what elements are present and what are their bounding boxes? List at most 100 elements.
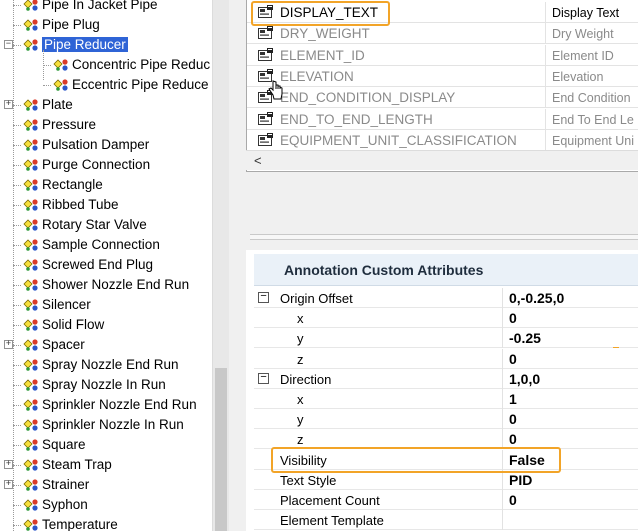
property-value[interactable]: 1 [509,391,517,407]
property-row[interactable]: x0 [254,308,638,329]
tree-item[interactable]: Pipe Plug [0,15,212,35]
expand-icon[interactable]: + [4,100,13,109]
tree-item[interactable]: + Spacer [0,335,212,355]
tree-connector-branch [13,345,21,346]
collapse-icon[interactable]: − [4,40,13,49]
attribute-row[interactable]: END_CONDITION_DISPLAY End Condition [247,87,638,109]
tree-item[interactable]: Ribbed Tube [0,195,212,215]
component-node-icon [22,378,40,392]
property-value[interactable]: 0,-0.25,0 [509,290,564,306]
property-value[interactable]: 0 [509,431,517,447]
tree-item-label: Ribbed Tube [42,197,119,212]
attribute-display-name: Elevation [552,69,604,84]
tree-item[interactable]: Pipe In Jacket Pipe [0,0,212,15]
column-separator [545,129,546,151]
tree-item[interactable]: + Strainer [0,475,212,495]
edit-marker [613,347,619,348]
tree-item[interactable]: Concentric Pipe Reduc [0,55,212,75]
property-value[interactable]: 0 [509,351,517,367]
tree-item[interactable]: + Plate [0,95,212,115]
attribute-row[interactable]: DRY_WEIGHT Dry Weight [247,23,638,45]
property-name: z [297,351,304,367]
tree-item[interactable]: Silencer [0,295,212,315]
tree-item[interactable]: Pressure [0,115,212,135]
tree-item-label: Screwed End Plug [42,257,154,272]
attributes-title: Annotation Custom Attributes [284,262,484,278]
tree-item[interactable]: Solid Flow [0,315,212,335]
component-node-icon [22,198,40,212]
property-row[interactable]: y -0.25 [254,328,638,349]
tree-connector-branch [13,405,21,406]
property-row[interactable]: y0 [254,409,638,430]
expand-icon[interactable]: + [4,480,13,489]
column-separator [545,65,546,87]
collapse-group-icon[interactable]: − [258,292,269,303]
collapse-group-icon[interactable]: − [258,372,269,384]
tree-item-label: Steam Trap [42,457,112,472]
attribute-row[interactable]: EQUIPMENT_UNIT_CLASSIFICATION Equipment U… [247,129,638,151]
column-separator [502,308,503,329]
attribute-row[interactable]: END_TO_END_LENGTH End To End Le [247,108,638,130]
attribute-display-name: Display Text [552,6,620,20]
component-node-icon [22,418,40,432]
attribute-row[interactable]: ELEVATION Elevation [247,65,638,87]
tree-item[interactable]: Screwed End Plug [0,255,212,275]
splitter-handle[interactable] [250,234,638,240]
component-node-icon [22,318,40,332]
property-value[interactable]: 1,0,0 [509,371,540,387]
property-value[interactable]: 0 [509,492,517,508]
property-value[interactable]: 0 [509,411,517,427]
tree-item[interactable]: Rotary Star Valve [0,215,212,235]
property-row[interactable]: − Origin Offset 0,-0.25,0 [254,288,638,308]
grid-horizontal-scrollbar[interactable]: < [246,150,638,170]
tree-item-label: Sprinkler Nozzle End Run [42,397,197,412]
panel-splitter[interactable] [246,172,638,250]
column-separator [502,389,503,409]
tree-item[interactable]: Temperature [0,515,212,531]
column-separator [502,409,503,430]
property-row[interactable]: Placement Count 0 [254,490,638,510]
tree-item-label: Strainer [42,477,90,492]
tree-item[interactable]: Purge Connection [0,155,212,175]
tree-item[interactable]: Sample Connection [0,235,212,255]
visibility-highlight [271,447,561,473]
tree-connector-branch [13,305,21,306]
column-separator [545,2,546,23]
attribute-display-name: End To End Le [552,112,634,127]
tree-connector-branch [13,485,21,486]
tree-item[interactable]: Eccentric Pipe Reduce [0,75,212,95]
property-row[interactable]: − Direction 1,0,0 [254,368,638,389]
component-node-icon [22,438,40,452]
tree-item[interactable]: Square [0,435,212,455]
property-value[interactable]: -0.25 [509,330,541,346]
tree-item[interactable]: Sprinkler Nozzle End Run [0,395,212,415]
tree-item[interactable]: Rectangle [0,175,212,195]
tree-connector-branch [13,265,21,266]
tree-item[interactable]: Sprinkler Nozzle In Run [0,415,212,435]
column-separator [545,87,546,109]
tree-item[interactable]: Syphon [0,495,212,515]
tree-scrollbar-thumb[interactable] [215,368,227,531]
component-node-icon [22,458,40,472]
tree-item[interactable]: Shower Nozzle End Run [0,275,212,295]
component-node-icon [22,218,40,232]
tree-item[interactable]: Spray Nozzle End Run [0,355,212,375]
tree-item[interactable]: + Steam Trap [0,455,212,475]
tree-item-label: Shower Nozzle End Run [42,277,190,292]
attribute-field-icon [258,47,275,62]
expand-icon[interactable]: + [4,340,13,349]
tree-item[interactable]: Pulsation Damper [0,135,212,155]
tree-item-label: Rectangle [42,177,103,192]
tree-vertical-scrollbar[interactable] [212,0,229,531]
tree-item[interactable]: Spray Nozzle In Run [0,375,212,395]
property-row[interactable]: z0 [254,348,638,369]
tree-item[interactable]: − Pipe Reducer [0,35,212,55]
expand-icon[interactable]: + [4,460,13,469]
property-row[interactable]: x1 [254,389,638,409]
attribute-row[interactable]: ELEMENT_ID Element ID [247,44,638,66]
scroll-left-arrow-icon[interactable]: < [254,153,262,168]
property-row[interactable]: Element Template [254,510,638,531]
property-value[interactable]: 0 [509,310,517,326]
property-name: Text Style [280,472,337,488]
property-value[interactable]: PID [509,472,532,488]
